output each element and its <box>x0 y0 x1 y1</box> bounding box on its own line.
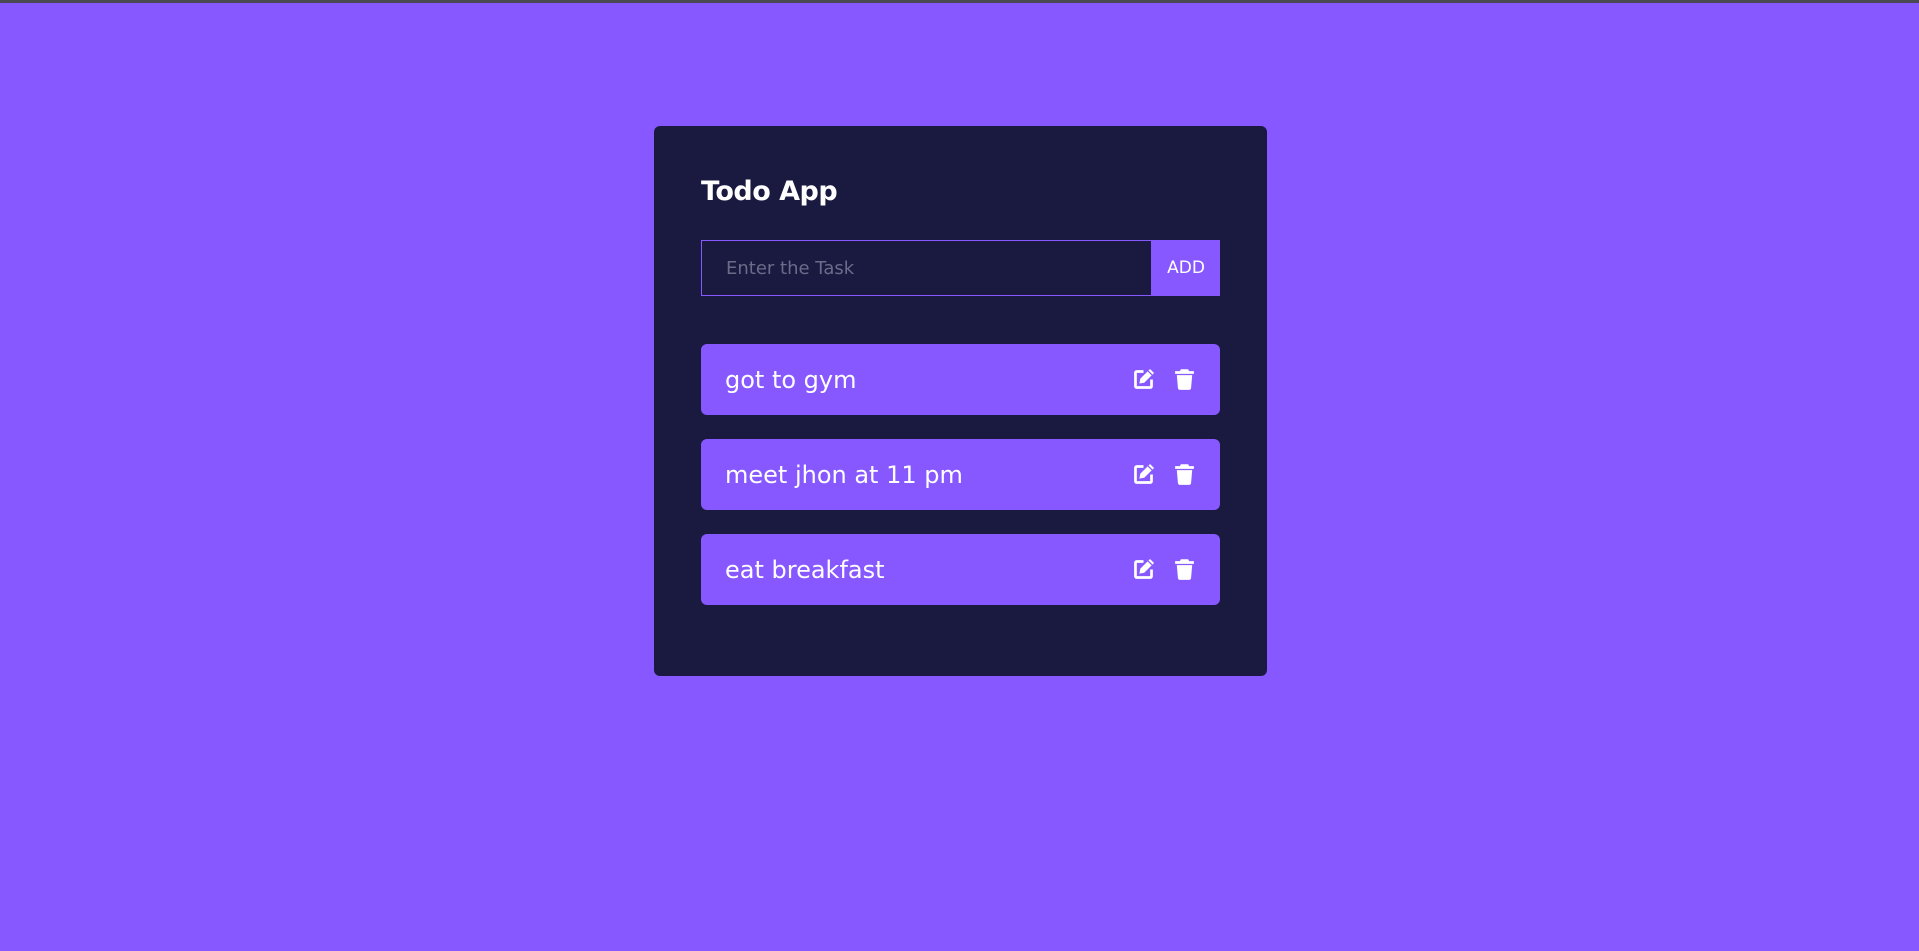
app-title: Todo App <box>701 176 838 207</box>
todo-text[interactable]: meet jhon at 11 pm <box>725 461 963 489</box>
todo-text[interactable]: got to gym <box>725 366 857 394</box>
trash-icon[interactable] <box>1172 557 1197 582</box>
trash-icon[interactable] <box>1172 462 1197 487</box>
todo-form: ADD <box>701 240 1220 296</box>
trash-icon[interactable] <box>1172 367 1197 392</box>
todo-text[interactable]: eat breakfast <box>725 556 885 584</box>
todo-item: meet jhon at 11 pm <box>701 439 1220 510</box>
edit-icon[interactable] <box>1131 367 1156 392</box>
todo-card: Todo App ADD got to gym <box>654 126 1267 676</box>
task-input[interactable] <box>701 240 1152 296</box>
edit-icon[interactable] <box>1131 557 1156 582</box>
add-button[interactable]: ADD <box>1152 240 1220 296</box>
todo-actions <box>1131 557 1197 582</box>
todo-actions <box>1131 462 1197 487</box>
todo-item: eat breakfast <box>701 534 1220 605</box>
todo-item: got to gym <box>701 344 1220 415</box>
edit-icon[interactable] <box>1131 462 1156 487</box>
todo-actions <box>1131 367 1197 392</box>
todo-list: got to gym meet jhon at 11 pm eat breakf… <box>701 344 1220 629</box>
